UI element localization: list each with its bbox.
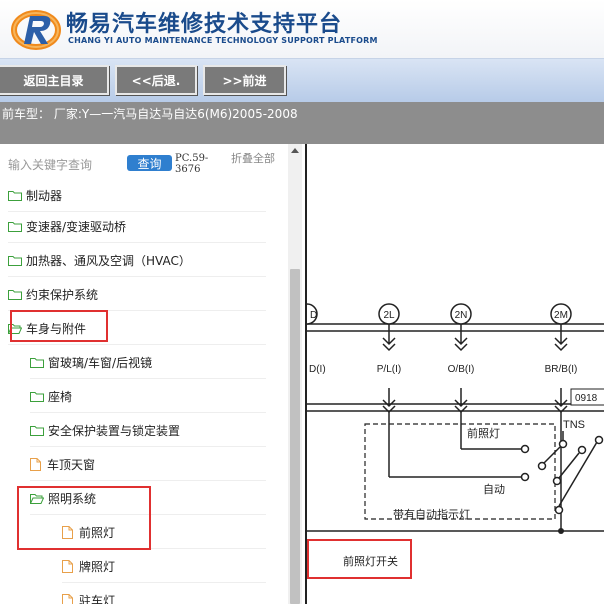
headlight-position-label: 前照灯 — [467, 426, 500, 440]
folder-icon — [8, 222, 22, 232]
connector-2N-label: 2N — [455, 310, 468, 321]
folder-icon — [30, 392, 44, 402]
folder-icon — [30, 426, 44, 436]
tree-item-label: 制动器 — [26, 189, 63, 203]
back-button[interactable]: <<后退. — [115, 65, 197, 95]
folder-icon — [8, 256, 22, 266]
sidebar: 输入关键字查询 查询 PC.59-3676 折叠全部 制动器 变速器/变速驱动桥… — [0, 144, 305, 604]
tree-item-parking-light[interactable]: 驻车灯 — [62, 585, 266, 604]
tree-item-security-locks[interactable]: 安全保护装置与锁定装置 — [30, 415, 266, 447]
home-button[interactable]: 返回主目录 — [0, 65, 109, 95]
search-input[interactable]: 输入关键字查询 — [8, 156, 92, 173]
tree-item-label: 驻车灯 — [79, 594, 116, 604]
model-bar: 前车型： 厂家:Y—一汽马自达马自达6(M6)2005-2008 — [0, 102, 604, 144]
scrollbar-thumb[interactable] — [290, 269, 300, 604]
app-header: 畅易汽车维修技术支持平台 CHANG YI AUTO MAINTENANCE T… — [0, 0, 604, 58]
folder-icon — [8, 191, 22, 201]
app-title: 畅易汽车维修技术支持平台 — [66, 12, 343, 37]
highlight-box — [17, 486, 151, 550]
tree-item-restraints[interactable]: 约束保护系统 — [8, 279, 266, 311]
sidebar-scrollbar[interactable] — [288, 144, 302, 604]
nav-bar: 返回主目录 <<后退. >>前进 — [0, 58, 604, 102]
changyi-logo-icon — [11, 10, 61, 50]
wire-label: D(I) — [309, 364, 326, 375]
collapse-all-button[interactable]: 折叠全部 — [231, 153, 275, 165]
folder-icon — [30, 358, 44, 368]
headlight-switch-label: 前照灯开关 — [343, 554, 398, 568]
auto-indicator-box — [364, 423, 556, 520]
folder-icon — [8, 290, 22, 300]
tree-item-glass-windows-mirrors[interactable]: 窗玻璃/车窗/后视镜 — [30, 347, 266, 379]
document-icon — [30, 458, 41, 471]
connector-code: 0918 — [575, 393, 598, 404]
tree-item-label: 安全保护装置与锁定装置 — [48, 424, 181, 438]
connector-partial-label: D — [310, 310, 317, 321]
connector-2L-label: 2L — [383, 310, 395, 321]
forward-button[interactable]: >>前进 — [203, 65, 286, 95]
search-button[interactable]: 查询 — [127, 155, 172, 171]
wire-label: O/B(I) — [448, 364, 475, 375]
tree-item-transmission[interactable]: 变速器/变速驱动桥 — [8, 211, 266, 243]
tree-item-label: 座椅 — [48, 390, 73, 404]
app-subtitle: CHANG YI AUTO MAINTENANCE TECHNOLOGY SUP… — [68, 36, 378, 45]
page-code: PC.59-3676 — [175, 153, 209, 175]
wiring-diagram: D 2L 2N 2M D(I) P/L(I) O/B(I) BR/B(I) 09… — [305, 144, 604, 604]
auto-position-label: 自动 — [483, 483, 505, 496]
tree-item-label: 变速器/变速驱动桥 — [26, 220, 127, 234]
junction-dot — [558, 528, 564, 534]
vehicle-model-text: 前车型： 厂家:Y—一汽马自达马自达6(M6)2005-2008 — [2, 107, 298, 121]
tree-item-hvac[interactable]: 加热器、通风及空调（HVAC） — [8, 245, 266, 277]
tree-item-label: 车顶天窗 — [47, 458, 96, 472]
auto-indicator-label: 带有自动指示灯 — [393, 507, 470, 521]
tree-item-license-plate-light[interactable]: 牌照灯 — [62, 551, 266, 583]
wire-label: P/L(I) — [377, 364, 401, 375]
document-icon — [62, 594, 73, 604]
tree-item-label: 窗玻璃/车窗/后视镜 — [48, 356, 153, 370]
tree-item-label: 牌照灯 — [79, 560, 116, 574]
document-icon — [62, 560, 73, 573]
tree-item-brakes[interactable]: 制动器 — [8, 180, 266, 212]
tree-item-seats[interactable]: 座椅 — [30, 381, 266, 413]
wire-label: BR/B(I) — [545, 364, 578, 375]
highlight-box — [10, 310, 108, 342]
tree-item-label: 约束保护系统 — [26, 288, 99, 302]
tree-item-label: 加热器、通风及空调（HVAC） — [26, 254, 191, 268]
tree-item-sunroof[interactable]: 车顶天窗 — [30, 449, 266, 481]
scroll-up-arrow-icon[interactable] — [291, 148, 299, 153]
connector-2M-label: 2M — [554, 310, 568, 321]
tns-position-label: TNS — [563, 419, 585, 431]
